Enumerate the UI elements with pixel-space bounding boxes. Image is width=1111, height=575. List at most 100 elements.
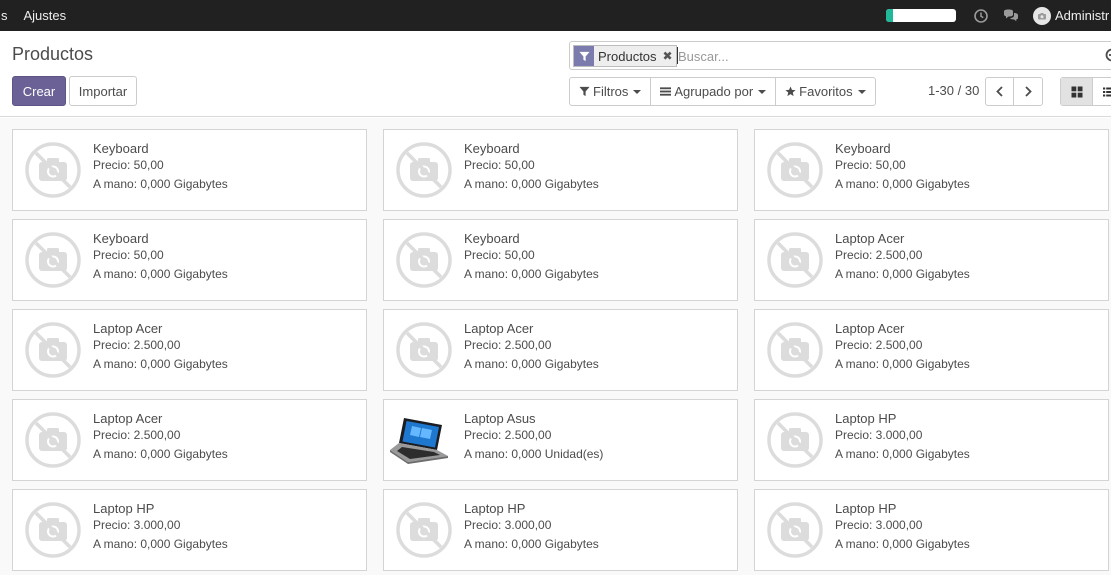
group-by-label: Agrupado por — [674, 84, 754, 99]
product-name: Keyboard — [93, 231, 149, 246]
product-price: Precio: 50,00 — [464, 248, 535, 262]
search-input[interactable] — [678, 46, 1098, 66]
product-info: Laptop Acer Precio: 2.500,00 A mano: 0,000… — [835, 320, 970, 373]
chevron-right-icon — [1024, 86, 1032, 97]
product-on-hand: A mano: 0,000 Gigabytes — [835, 177, 970, 191]
pager-next-button[interactable] — [1014, 78, 1042, 105]
product-price: Precio: 2.500,00 — [835, 338, 923, 352]
product-card[interactable]: Laptop Acer Precio: 2.500,00 A mano: 0,000… — [383, 309, 738, 391]
kanban-view: Keyboard Precio: 50,00 A mano: 0,000 Gigab… — [0, 118, 1111, 575]
product-name: Laptop HP — [835, 501, 897, 516]
product-on-hand: A mano: 0,000 Gigabytes — [93, 537, 228, 551]
product-price: Precio: 50,00 — [93, 248, 164, 262]
product-card[interactable]: Keyboard Precio: 50,00 A mano: 0,000 Gigab… — [12, 129, 367, 211]
list-icon — [1102, 87, 1111, 96]
progress-bar — [886, 9, 956, 22]
product-on-hand: A mano: 0,000 Unidad(es) — [464, 447, 604, 461]
product-info: Laptop HP Precio: 3.000,00 A mano: 0,000 G… — [93, 500, 228, 553]
chat-icon[interactable] — [1003, 8, 1019, 24]
product-info: Laptop HP Precio: 3.000,00 A mano: 0,000 G… — [835, 410, 970, 463]
product-price: Precio: 2.500,00 — [93, 428, 181, 442]
product-price: Precio: 50,00 — [464, 158, 535, 172]
product-info: Keyboard Precio: 50,00 A mano: 0,000 Gigab… — [464, 140, 599, 193]
product-card[interactable]: Laptop HP Precio: 3.000,00 A mano: 0,000 G… — [754, 489, 1109, 571]
product-name: Keyboard — [464, 231, 520, 246]
product-card[interactable]: Laptop Acer Precio: 2.500,00 A mano: 0,000… — [754, 219, 1109, 301]
product-name: Laptop Acer — [835, 321, 905, 336]
facet-label: Productos — [598, 48, 657, 64]
product-info: Laptop Acer Precio: 2.500,00 A mano: 0,000… — [93, 410, 228, 463]
kanban-view-button[interactable] — [1061, 78, 1093, 105]
product-name: Laptop HP — [835, 411, 897, 426]
product-card[interactable]: Keyboard Precio: 50,00 A mano: 0,000 Gigab… — [12, 219, 367, 301]
product-price: Precio: 2.500,00 — [464, 338, 552, 352]
product-card[interactable]: Laptop Acer Precio: 2.500,00 A mano: 0,000… — [12, 309, 367, 391]
search-options-icon[interactable] — [1105, 48, 1111, 62]
import-button[interactable]: Importar — [69, 76, 137, 106]
caret-down-icon — [758, 89, 767, 94]
menu-item-settings[interactable]: Ajustes — [24, 8, 67, 23]
control-panel: Productos Crear Importar Productos ✖ Fil… — [0, 31, 1111, 117]
no-image-icon — [23, 410, 83, 470]
product-card[interactable]: Laptop HP Precio: 3.000,00 A mano: 0,000 G… — [383, 489, 738, 571]
product-card[interactable]: Laptop HP Precio: 3.000,00 A mano: 0,000 G… — [754, 399, 1109, 481]
product-card[interactable]: Laptop Acer Precio: 2.500,00 A mano: 0,000… — [12, 399, 367, 481]
clock-icon[interactable] — [973, 8, 989, 24]
product-on-hand: A mano: 0,000 Gigabytes — [464, 267, 599, 281]
star-icon — [785, 86, 796, 97]
page-title: Productos — [12, 44, 94, 64]
create-button[interactable]: Crear — [12, 76, 66, 106]
product-info: Laptop Acer Precio: 2.500,00 A mano: 0,000… — [93, 320, 228, 373]
product-on-hand: A mano: 0,000 Gigabytes — [464, 537, 599, 551]
product-name: Laptop Acer — [93, 411, 163, 426]
product-price: Precio: 3.000,00 — [835, 428, 923, 442]
product-card[interactable]: Keyboard Precio: 50,00 A mano: 0,000 Gigab… — [383, 219, 738, 301]
pager-value[interactable]: 1-30 / 30 — [928, 83, 979, 98]
list-view-button[interactable] — [1093, 78, 1111, 105]
favorites-dropdown[interactable]: Favoritos — [776, 78, 874, 105]
product-card[interactable]: Laptop Asus Precio: 2.500,00 A mano: 0,000… — [383, 399, 738, 481]
product-on-hand: A mano: 0,000 Gigabytes — [835, 267, 970, 281]
product-name: Keyboard — [93, 141, 149, 156]
product-card[interactable]: Laptop HP Precio: 3.000,00 A mano: 0,000 G… — [12, 489, 367, 571]
product-name: Laptop Acer — [464, 321, 534, 336]
no-image-icon — [394, 500, 454, 560]
filter-icon — [574, 46, 594, 66]
product-card[interactable]: Keyboard Precio: 50,00 A mano: 0,000 Gigab… — [754, 129, 1109, 211]
search-bar[interactable]: Productos ✖ — [569, 41, 1111, 70]
product-price: Precio: 3.000,00 — [93, 518, 181, 532]
caret-down-icon — [633, 89, 642, 94]
pager-buttons — [985, 77, 1043, 106]
product-card[interactable]: Keyboard Precio: 50,00 A mano: 0,000 Gigab… — [383, 129, 738, 211]
product-on-hand: A mano: 0,000 Gigabytes — [835, 537, 970, 551]
no-image-icon — [394, 320, 454, 380]
chevron-left-icon — [996, 86, 1003, 97]
avatar[interactable] — [1033, 6, 1051, 25]
product-price: Precio: 3.000,00 — [464, 518, 552, 532]
user-menu[interactable]: Administr — [1055, 8, 1111, 23]
group-by-dropdown[interactable]: Agrupado por — [651, 78, 777, 105]
filters-dropdown[interactable]: Filtros — [570, 78, 652, 105]
pager-previous-button[interactable] — [986, 78, 1014, 105]
grid-icon — [1071, 86, 1082, 97]
product-price: Precio: 3.000,00 — [835, 518, 923, 532]
product-image — [390, 410, 454, 470]
no-image-icon — [394, 140, 454, 200]
product-price: Precio: 50,00 — [93, 158, 164, 172]
no-image-icon — [23, 140, 83, 200]
product-price: Precio: 2.500,00 — [464, 428, 552, 442]
product-on-hand: A mano: 0,000 Gigabytes — [93, 267, 228, 281]
search-options-group: Filtros Agrupado por Favoritos — [569, 77, 876, 106]
product-card[interactable]: Laptop Acer Precio: 2.500,00 A mano: 0,000… — [754, 309, 1109, 391]
product-info: Keyboard Precio: 50,00 A mano: 0,000 Gigab… — [93, 140, 228, 193]
menu-item-truncated[interactable]: s — [1, 8, 8, 23]
product-name: Laptop Acer — [835, 231, 905, 246]
product-price: Precio: 2.500,00 — [835, 248, 923, 262]
remove-facet-icon[interactable]: ✖ — [661, 46, 676, 66]
product-info: Laptop HP Precio: 3.000,00 A mano: 0,000 G… — [835, 500, 970, 553]
product-on-hand: A mano: 0,000 Gigabytes — [93, 357, 228, 371]
search-facet[interactable]: Productos ✖ — [573, 45, 677, 67]
no-image-icon — [23, 230, 83, 290]
no-image-icon — [394, 230, 454, 290]
product-price: Precio: 50,00 — [835, 158, 906, 172]
